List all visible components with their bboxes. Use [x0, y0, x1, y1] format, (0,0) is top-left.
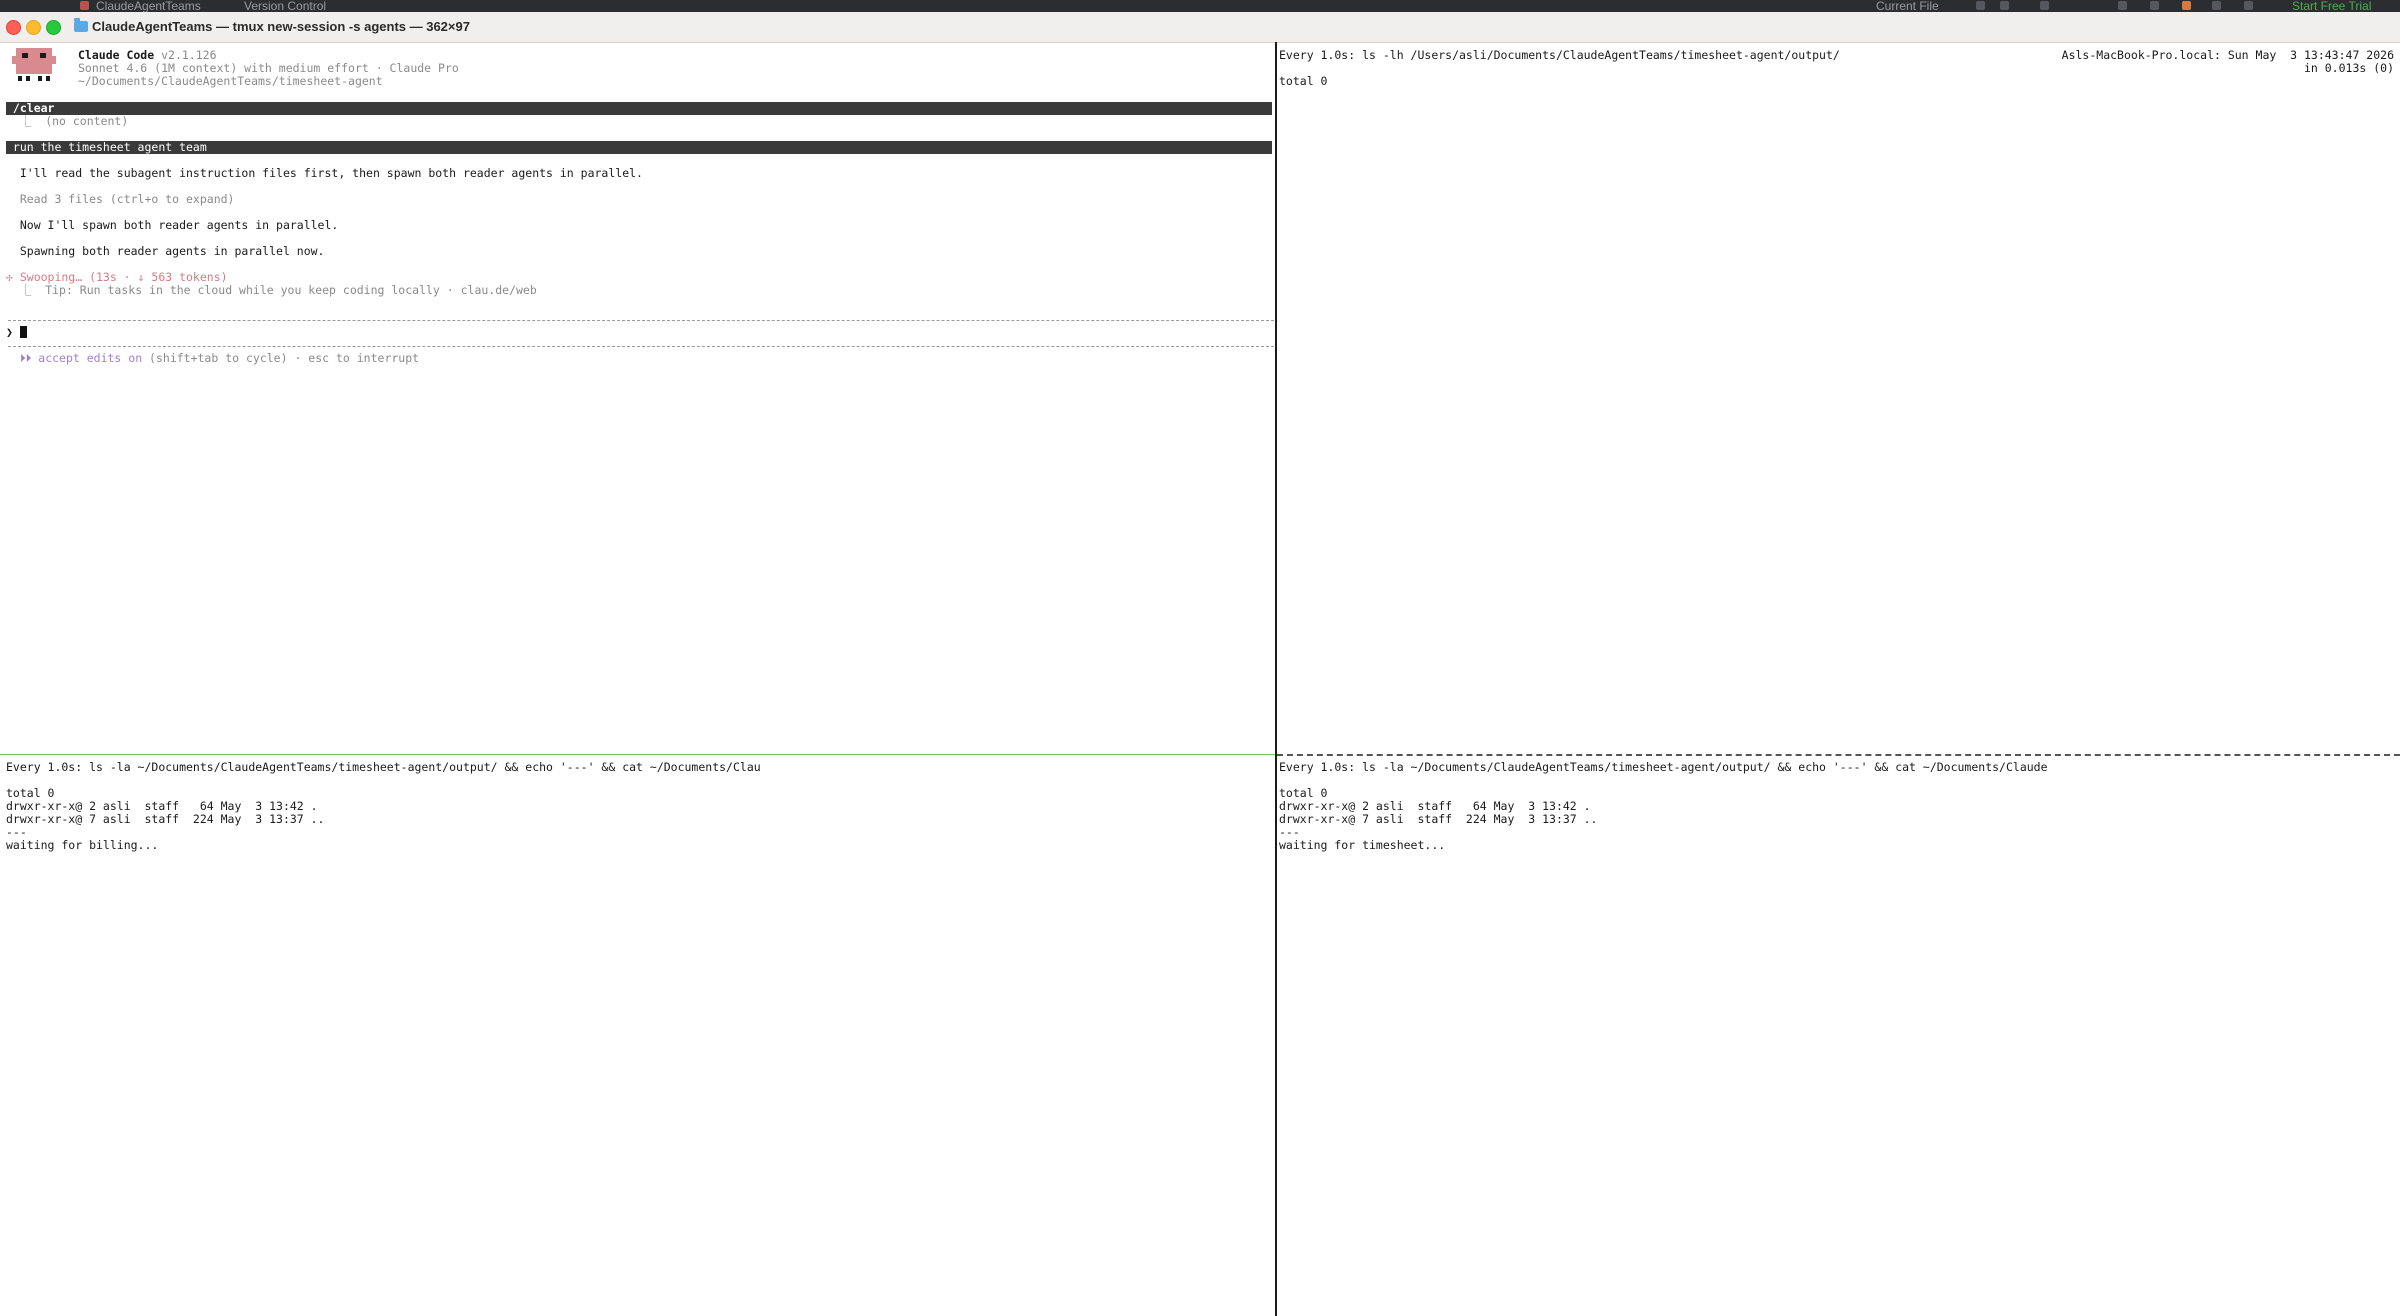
claude-icon[interactable] [2182, 1, 2191, 10]
ide-current-file-menu[interactable]: Current File [1876, 0, 1939, 12]
prompt-bottom-rule [8, 346, 1274, 347]
more-icon[interactable] [2040, 1, 2049, 10]
billing-line: drwxr-xr-x@ 7 asli staff 224 May 3 13:37… [6, 812, 325, 826]
terminal-title-bar: ClaudeAgentTeams — tmux new-session -s a… [0, 12, 2400, 43]
user-command-run: run the timesheet agent team [6, 141, 1272, 154]
zoom-window-button[interactable] [46, 20, 61, 35]
search-icon[interactable] [2212, 1, 2221, 10]
tip-line: ⎿ Tip: Run tasks in the cloud while you … [6, 283, 537, 297]
claude-mascot-icon [12, 48, 56, 81]
project-icon [80, 1, 89, 10]
read-files-summary[interactable]: Read 3 files (ctrl+o to expand) [6, 193, 235, 206]
window-title: ClaudeAgentTeams — tmux new-session -s a… [92, 19, 470, 34]
ide-project-menu[interactable]: ClaudeAgentTeams [96, 0, 201, 12]
watch-header: Every 1.0s: ls -lh /Users/asli/Documents… [1279, 48, 1840, 62]
claude-app-name: Claude Code [78, 48, 155, 62]
assistant-message-2: Now I'll spawn both reader agents in par… [6, 218, 339, 232]
assistant-message-1: I'll read the subagent instruction files… [6, 166, 643, 180]
clear-result: ⎿ (no content) [6, 114, 129, 128]
start-free-trial-link[interactable]: Start Free Trial [2292, 0, 2371, 12]
watch-line-total: total 0 [1279, 74, 1328, 88]
timesheet-watch-header: Every 1.0s: ls -la ~/Documents/ClaudeAge… [1279, 760, 2048, 774]
text-cursor [19, 326, 27, 338]
billing-watch-header: Every 1.0s: ls -la ~/Documents/ClaudeAge… [6, 760, 761, 774]
pane-billing-watch[interactable]: Every 1.0s: ls -la ~/Documents/ClaudeAge… [0, 756, 1275, 1316]
horizontal-pane-divider-left[interactable] [0, 754, 1275, 755]
folder-icon [74, 18, 88, 32]
settings-icon[interactable] [2244, 1, 2253, 10]
minimize-window-button[interactable] [26, 20, 41, 35]
watch-timing: in 0.013s (0) [2303, 61, 2394, 75]
ai-assistant-icon[interactable] [2118, 1, 2127, 10]
pane-watch-output[interactable]: Every 1.0s: ls -lh /Users/asli/Documents… [1277, 42, 2400, 754]
ide-toolbar-strip: ClaudeAgentTeams Version Control Current… [0, 0, 2400, 12]
claude-version: v2.1.126 [161, 48, 217, 62]
prompt-input[interactable]: ❯ [6, 326, 27, 339]
close-window-button[interactable] [6, 20, 21, 35]
footer-hint: (shift+tab to cycle) · esc to interrupt [142, 351, 420, 365]
timesheet-line: waiting for timesheet... [1279, 838, 1446, 852]
claude-working-dir: ~/Documents/ClaudeAgentTeams/timesheet-a… [78, 74, 383, 88]
timesheet-line: drwxr-xr-x@ 7 asli staff 224 May 3 13:37… [1279, 812, 1598, 826]
accept-edits-indicator[interactable]: ⏵⏵ accept edits on [6, 351, 142, 365]
user-command-clear: /clear [6, 102, 1272, 115]
debug-icon[interactable] [2000, 1, 2009, 10]
mode-footer: ⏵⏵ accept edits on (shift+tab to cycle) … [6, 352, 419, 365]
prompt-chevron: ❯ [6, 325, 20, 339]
assistant-message-3: Spawning both reader agents in parallel … [6, 244, 325, 258]
run-icon[interactable] [1976, 1, 1985, 10]
ide-vcs-menu[interactable]: Version Control [244, 0, 326, 12]
account-icon[interactable] [2150, 1, 2159, 10]
pane-timesheet-watch[interactable]: Every 1.0s: ls -la ~/Documents/ClaudeAge… [1277, 756, 2400, 1316]
prompt-top-rule [8, 320, 1274, 321]
billing-line: waiting for billing... [6, 838, 159, 852]
pane-claude-code[interactable]: Claude Code v2.1.126 Sonnet 4.6 (1M cont… [0, 42, 1275, 754]
